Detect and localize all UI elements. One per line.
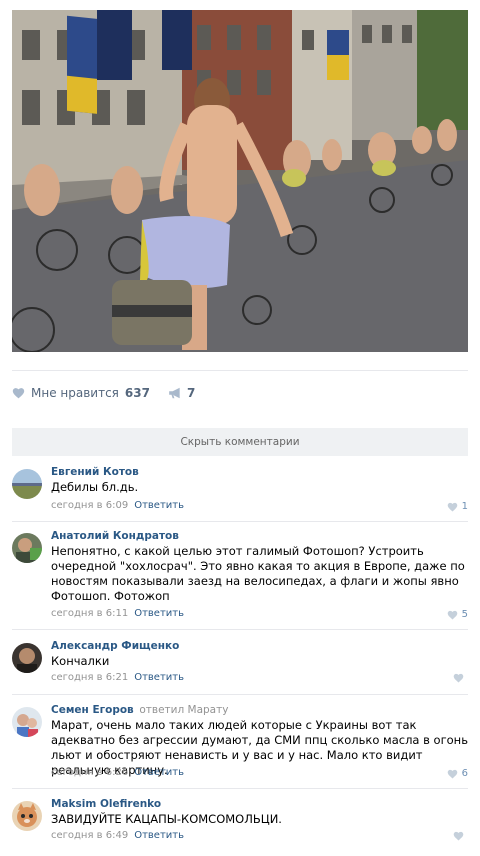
- divider: [12, 370, 468, 371]
- share-button[interactable]: 7: [168, 386, 195, 400]
- comment-author[interactable]: Анатолий Кондратов: [51, 530, 179, 542]
- comment-meta: сегодня в 6:26 Ответить: [51, 767, 184, 778]
- divider: [12, 629, 468, 630]
- comment: Анатолий Кондратов Непонятно, с какой це…: [12, 530, 468, 625]
- comment: Семен Егоров ответил Марату Марат, очень…: [12, 704, 468, 784]
- heart-icon: [12, 388, 25, 399]
- comment-like-button[interactable]: [453, 673, 468, 683]
- reply-link[interactable]: Ответить: [134, 767, 184, 778]
- reply-to-label[interactable]: ответил Марату: [139, 704, 228, 716]
- comment-author[interactable]: Евгений Котов: [51, 466, 139, 478]
- comment-text: Непонятно, с какой целью этот галимый Фо…: [51, 544, 465, 603]
- post-actions: Мне нравится 637 7: [12, 383, 195, 403]
- comment-author[interactable]: Александр Фищенко: [51, 640, 179, 652]
- divider: [12, 521, 468, 522]
- comment-time[interactable]: сегодня в 6:09: [51, 500, 128, 511]
- avatar[interactable]: [12, 643, 42, 673]
- comment-meta: сегодня в 6:11 Ответить: [51, 608, 184, 619]
- comment-like-button[interactable]: 1: [447, 501, 468, 512]
- heart-icon: [453, 831, 464, 841]
- avatar[interactable]: [12, 801, 42, 831]
- post-photo[interactable]: [12, 10, 468, 352]
- heart-icon: [447, 610, 457, 620]
- avatar-photo-image: [12, 707, 42, 737]
- avatar[interactable]: [12, 707, 42, 737]
- street-scene-illustration: [12, 10, 468, 352]
- comment-meta: сегодня в 6:09 Ответить: [51, 500, 184, 511]
- reply-link[interactable]: Ответить: [134, 500, 184, 511]
- comment: Евгений Котов Дебилы бл.дь. сегодня в 6:…: [12, 466, 468, 518]
- comment-like-count: 5: [461, 609, 468, 620]
- comment-like-button[interactable]: 5: [447, 609, 468, 620]
- heart-icon: [453, 673, 464, 683]
- comment-author[interactable]: Maksim Olefirenko: [51, 798, 161, 810]
- comment-time[interactable]: сегодня в 6:49: [51, 830, 128, 841]
- avatar[interactable]: [12, 469, 42, 499]
- reply-link[interactable]: Ответить: [134, 608, 184, 619]
- reply-link[interactable]: Ответить: [134, 672, 184, 683]
- comment-meta: сегодня в 6:49 Ответить: [51, 830, 184, 841]
- hide-comments-button[interactable]: Скрыть комментарии: [12, 428, 468, 456]
- comment-like-count: 1: [461, 501, 468, 512]
- comment-text: Дебилы бл.дь.: [51, 480, 139, 494]
- like-button[interactable]: Мне нравится 637: [12, 386, 150, 400]
- heart-icon: [447, 502, 457, 512]
- avatar-landscape-image: [12, 469, 42, 499]
- comment-text: Кончалки: [51, 654, 110, 668]
- heart-icon: [447, 769, 457, 779]
- share-count: 7: [186, 386, 196, 400]
- comment: Maksim Olefirenko ЗАВИДУЙТЕ КАЦАПЫ-КОМСО…: [12, 798, 468, 848]
- avatar-photo-image: [12, 533, 42, 563]
- avatar[interactable]: [12, 533, 42, 563]
- comment-like-count: 6: [461, 768, 468, 779]
- comment-time[interactable]: сегодня в 6:21: [51, 672, 128, 683]
- divider: [12, 788, 468, 789]
- avatar-photo-image: [12, 643, 42, 673]
- divider: [12, 694, 468, 695]
- comment-time[interactable]: сегодня в 6:11: [51, 608, 128, 619]
- reply-link[interactable]: Ответить: [134, 830, 184, 841]
- like-label: Мне нравится: [31, 386, 119, 400]
- like-count: 637: [124, 386, 150, 400]
- comment-time[interactable]: сегодня в 6:26: [51, 767, 128, 778]
- comment: Александр Фищенко Кончалки сегодня в 6:2…: [12, 640, 468, 690]
- comment-text: ЗАВИДУЙТЕ КАЦАПЫ-КОМСОМОЛЬЦИ.: [51, 812, 282, 826]
- comment-author-name[interactable]: Семен Егоров: [51, 704, 134, 716]
- comment-meta: сегодня в 6:21 Ответить: [51, 672, 184, 683]
- megaphone-icon: [169, 387, 180, 399]
- comment-like-button[interactable]: [453, 831, 468, 841]
- comment-like-button[interactable]: 6: [447, 768, 468, 779]
- comment-author[interactable]: Семен Егоров ответил Марату: [51, 704, 228, 716]
- avatar-cat-image: [12, 801, 42, 831]
